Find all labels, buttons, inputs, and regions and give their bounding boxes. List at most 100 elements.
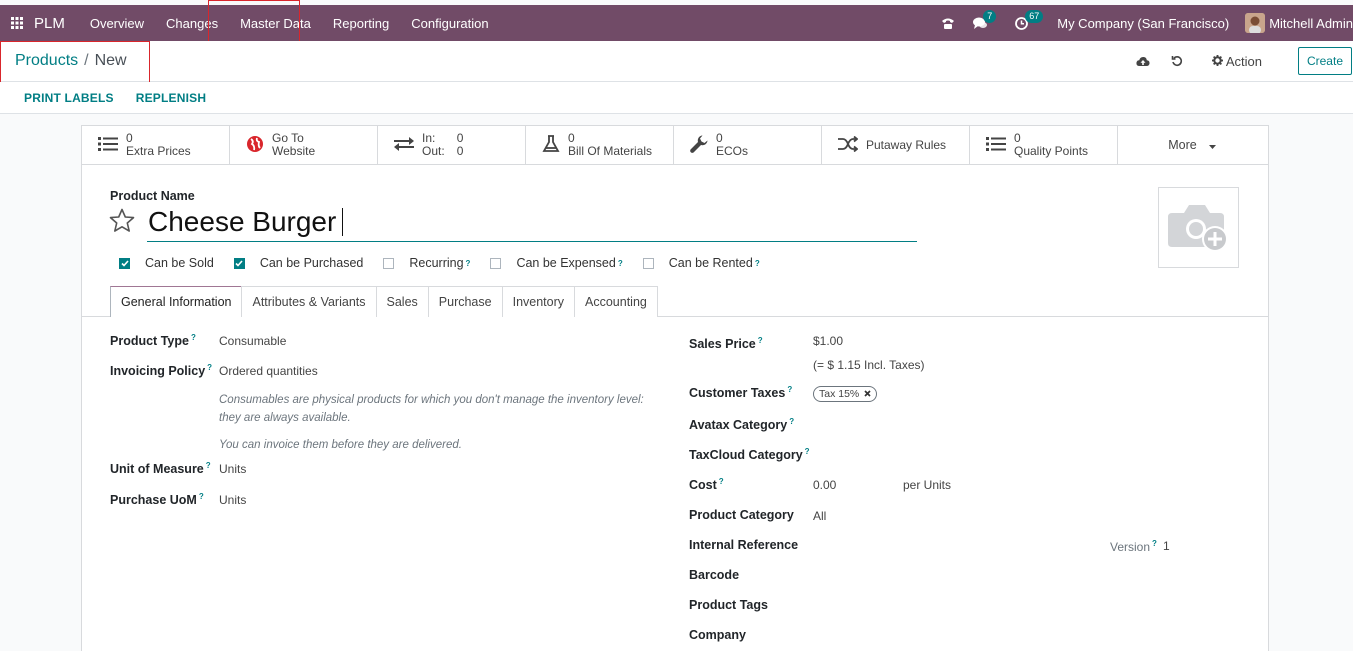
checkbox-can-be-rented[interactable]: Can be Rented?	[642, 256, 760, 270]
checkbox-can-be-expensed[interactable]: Can be Expensed?	[490, 256, 623, 270]
help-tooltip-icon[interactable]: ?	[758, 336, 763, 345]
company-switcher[interactable]: My Company (San Francisco)	[1057, 16, 1229, 31]
menu-overview[interactable]: Overview	[79, 5, 155, 41]
tab-attributes-variants[interactable]: Attributes & Variants	[241, 286, 377, 317]
help-tooltip-icon[interactable]: ?	[755, 259, 760, 268]
purchase-uom-select[interactable]: Units	[219, 493, 246, 507]
product-name-label: Product Name	[110, 189, 195, 203]
messages-icon[interactable]: 7	[973, 9, 997, 30]
apps-menu-icon[interactable]	[0, 17, 34, 29]
smart-extra-prices[interactable]: 0 Extra Prices	[82, 126, 230, 164]
checkbox-can-be-sold[interactable]: Can be Sold	[119, 256, 214, 270]
help-tooltip-icon[interactable]: ?	[191, 333, 196, 342]
sales-price-input[interactable]: $1.00	[813, 334, 843, 348]
remove-tag-icon[interactable]	[864, 388, 871, 400]
product-category-select[interactable]: All	[813, 509, 826, 523]
product-name-input[interactable]: Cheese Burger	[147, 206, 917, 242]
more-label: More	[1168, 138, 1197, 152]
action-menu-button[interactable]: Action	[1211, 53, 1262, 69]
product-tags-label: Product Tags	[689, 598, 768, 612]
help-tooltip-icon[interactable]: ?	[466, 259, 471, 268]
bom-label: Bill Of Materials	[568, 144, 653, 158]
camera-plus-icon	[1167, 199, 1230, 256]
smart-buttons: 0 Extra Prices Go To Website In: 0 Out: 0 0B…	[82, 126, 1268, 165]
discard-undo-icon[interactable]	[1162, 55, 1192, 67]
help-tooltip-icon[interactable]: ?	[618, 259, 623, 268]
smart-go-to-website[interactable]: Go To Website	[230, 126, 378, 164]
text-cursor	[342, 208, 344, 236]
gear-icon	[1211, 54, 1223, 69]
version-label: Version?	[1110, 539, 1157, 554]
product-options: Can be Sold Can be Purchased Recurring? …	[119, 256, 780, 270]
cost-input[interactable]: 0.00	[813, 478, 836, 492]
checkbox-label: Can be Expensed	[516, 256, 616, 270]
smart-in-out[interactable]: In: 0 Out: 0	[378, 126, 526, 164]
putaway-label: Putaway Rules	[866, 137, 947, 152]
ecos-label: ECOs	[716, 144, 749, 158]
top-navbar: PLM Overview Changes Master Data Reporti…	[0, 5, 1353, 41]
menu-reporting[interactable]: Reporting	[322, 5, 400, 41]
checkbox-unchecked-icon[interactable]	[642, 257, 654, 269]
invoicing-policy-select[interactable]: Ordered quantities	[219, 364, 318, 378]
help-tooltip-icon[interactable]: ?	[1152, 539, 1157, 548]
tax-tag: Tax 15%	[813, 386, 878, 402]
product-type-select[interactable]: Consumable	[219, 334, 286, 348]
smart-ecos[interactable]: 0 ECOs	[674, 126, 822, 164]
checkbox-can-be-purchased[interactable]: Can be Purchased	[233, 256, 364, 270]
list-icon	[98, 136, 118, 155]
favorite-star-icon[interactable]	[109, 208, 135, 236]
avatar[interactable]	[1245, 13, 1266, 33]
checkbox-unchecked-icon[interactable]	[490, 257, 502, 269]
print-labels-button[interactable]: PRINT LABELS	[24, 91, 114, 105]
smart-more-dropdown[interactable]: More	[1118, 126, 1266, 164]
help-tooltip-icon[interactable]: ?	[206, 461, 211, 470]
tax-tag-label: Tax 15%	[819, 388, 860, 400]
product-name-value: Cheese Burger	[148, 206, 337, 237]
checkbox-checked-icon[interactable]	[119, 257, 130, 269]
smart-putaway-rules[interactable]: Putaway Rules	[822, 126, 970, 164]
help-tooltip-icon[interactable]: ?	[787, 385, 792, 394]
smart-quality-points[interactable]: 0 Quality Points	[970, 126, 1118, 164]
list-icon	[986, 136, 1006, 155]
checkbox-label: Can be Purchased	[259, 256, 364, 270]
smart-bill-of-materials[interactable]: 0 Bill Of Materials	[526, 126, 674, 164]
help-tooltip-icon[interactable]: ?	[805, 447, 810, 456]
product-type-help: Consumables are physical products for wh…	[219, 394, 644, 424]
action-label: Action	[1225, 53, 1262, 69]
cost-per-unit: per Units	[903, 478, 952, 492]
unit-of-measure-select[interactable]: Units	[219, 462, 246, 476]
version-value: 1	[1163, 539, 1170, 553]
replenish-button[interactable]: REPLENISH	[136, 91, 206, 105]
checkbox-unchecked-icon[interactable]	[383, 257, 395, 269]
checkbox-label: Recurring	[409, 256, 464, 270]
help-tooltip-icon[interactable]: ?	[199, 492, 204, 501]
help-tooltip-icon[interactable]: ?	[207, 363, 212, 372]
product-type-label: Product Type?	[110, 333, 196, 349]
sales-price-incl-taxes: (= $ 1.15 Incl. Taxes)	[813, 358, 925, 372]
company-label: Company	[689, 628, 746, 642]
help-tooltip-icon[interactable]: ?	[789, 417, 794, 426]
user-menu[interactable]: Mitchell Admin	[1269, 16, 1353, 31]
control-panel: Products / New Action Create	[0, 41, 1353, 82]
tab-accounting[interactable]: Accounting	[574, 286, 658, 317]
product-image-upload[interactable]	[1158, 187, 1239, 268]
avatax-category-label: Avatax Category?	[689, 417, 795, 433]
menu-configuration[interactable]: Configuration	[400, 5, 499, 41]
app-name[interactable]: PLM	[34, 15, 65, 32]
activity-clock-icon[interactable]: 67	[1015, 9, 1044, 30]
tab-inventory[interactable]: Inventory	[501, 286, 576, 317]
customer-taxes-label: Customer Taxes?	[689, 385, 793, 401]
unit-of-measure-label: Unit of Measure?	[110, 461, 211, 477]
save-cloud-icon[interactable]	[1128, 56, 1158, 67]
checkbox-recurring[interactable]: Recurring?	[383, 256, 470, 270]
taxcloud-category-label: TaxCloud Category?	[689, 447, 810, 463]
checkbox-label: Can be Rented	[668, 256, 753, 270]
wrench-icon	[690, 135, 708, 156]
tab-sales[interactable]: Sales	[375, 286, 429, 317]
tab-purchase[interactable]: Purchase	[427, 286, 503, 317]
phone-icon[interactable]	[941, 17, 955, 30]
tab-general-information[interactable]: General Information	[110, 286, 243, 317]
create-button[interactable]: Create	[1297, 47, 1352, 75]
checkbox-checked-icon[interactable]	[233, 257, 245, 269]
help-tooltip-icon[interactable]: ?	[719, 477, 724, 486]
